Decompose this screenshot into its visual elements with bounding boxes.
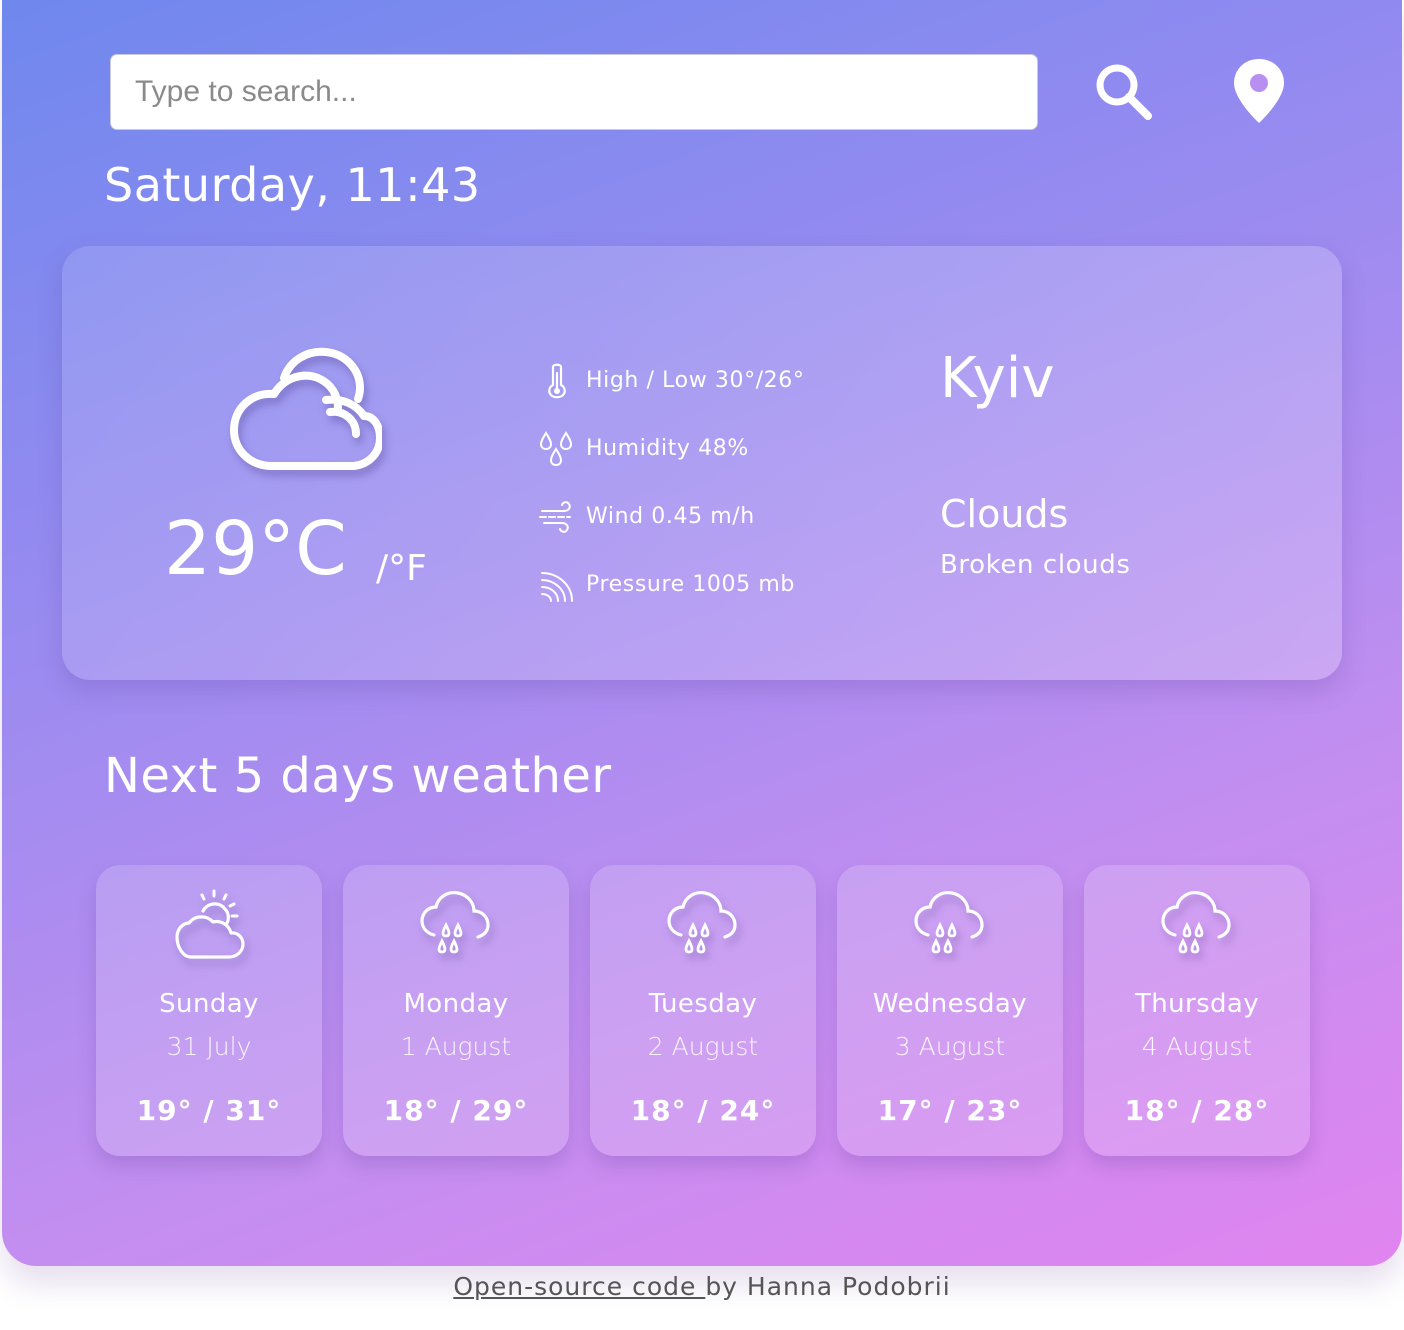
forecast-day-card: Tuesday 2 August 18° / 24° xyxy=(590,865,816,1156)
rain-cloud-icon xyxy=(420,891,490,954)
footer: Open-source code by Hanna Podobrii xyxy=(0,1272,1404,1301)
day-name: Sunday xyxy=(159,989,259,1019)
high-low-text: High / Low 30°/26° xyxy=(586,367,805,393)
current-location-button[interactable] xyxy=(1223,55,1295,127)
forecast-title: Next 5 days weather xyxy=(104,748,612,804)
current-date-time: Saturday, 11:43 xyxy=(104,158,481,212)
weather-description: Broken clouds xyxy=(940,550,1131,580)
high-low-row: High / Low 30°/26° xyxy=(538,346,804,414)
current-weather-card: 29°C /°F High / Low 30°/26° Humidity 48% xyxy=(62,246,1342,680)
search-icon xyxy=(1096,64,1152,120)
location-pin-icon xyxy=(1234,59,1284,123)
forecast-day-card: Monday 1 August 18° / 29° xyxy=(343,865,569,1156)
rain-cloud-icon xyxy=(1161,891,1231,954)
cloud-icon xyxy=(230,347,382,470)
day-date: 31 July xyxy=(166,1032,252,1061)
weather-condition: Clouds xyxy=(940,492,1069,536)
wind-text: Wind 0.45 m/h xyxy=(586,503,755,529)
day-temperature: 19° / 31° xyxy=(136,1094,282,1127)
search-button[interactable] xyxy=(1087,55,1159,127)
fahrenheit-toggle[interactable]: /°F xyxy=(376,548,427,589)
city-name: Kyiv xyxy=(940,346,1055,411)
day-temperature: 18° / 24° xyxy=(630,1094,776,1127)
thermometer-icon xyxy=(548,363,566,399)
author-credit: by Hanna Podobrii xyxy=(705,1272,951,1301)
humidity-drops-icon xyxy=(539,431,573,467)
day-name: Tuesday xyxy=(648,989,758,1019)
humidity-text: Humidity 48% xyxy=(586,435,749,461)
forecast-list: Sunday 31 July 19° / 31° Monday 1 August… xyxy=(96,865,1310,1156)
rain-cloud-icon xyxy=(914,891,984,954)
forecast-day-card: Wednesday 3 August 17° / 23° xyxy=(837,865,1063,1156)
day-temperature: 17° / 23° xyxy=(877,1094,1023,1127)
pressure-text: Pressure 1005 mb xyxy=(586,571,795,597)
sun-cloud-icon xyxy=(175,889,245,959)
source-code-link[interactable]: Open-source code xyxy=(453,1272,705,1301)
weather-app: Saturday, 11:43 29°C /°F High / Low 30°/… xyxy=(2,0,1402,1266)
pressure-waves-icon xyxy=(541,572,573,602)
rain-cloud-icon xyxy=(667,891,737,954)
day-name: Wednesday xyxy=(872,989,1028,1019)
day-date: 1 August xyxy=(400,1032,512,1061)
search-input[interactable] xyxy=(110,54,1038,130)
current-temperature: 29°C xyxy=(164,506,347,592)
day-temperature: 18° / 29° xyxy=(383,1094,529,1127)
day-date: 3 August xyxy=(894,1032,1006,1061)
day-date: 4 August xyxy=(1141,1032,1253,1061)
humidity-row: Humidity 48% xyxy=(538,414,804,482)
day-name: Monday xyxy=(403,989,509,1019)
day-name: Thursday xyxy=(1134,989,1260,1019)
day-date: 2 August xyxy=(647,1032,759,1061)
wind-icon xyxy=(539,501,571,533)
forecast-day-card: Sunday 31 July 19° / 31° xyxy=(96,865,322,1156)
wind-row: Wind 0.45 m/h xyxy=(538,482,804,550)
weather-details: High / Low 30°/26° Humidity 48% Wind 0.4… xyxy=(538,346,804,618)
pressure-row: Pressure 1005 mb xyxy=(538,550,804,618)
day-temperature: 18° / 28° xyxy=(1124,1094,1270,1127)
forecast-day-card: Thursday 4 August 18° / 28° xyxy=(1084,865,1310,1156)
